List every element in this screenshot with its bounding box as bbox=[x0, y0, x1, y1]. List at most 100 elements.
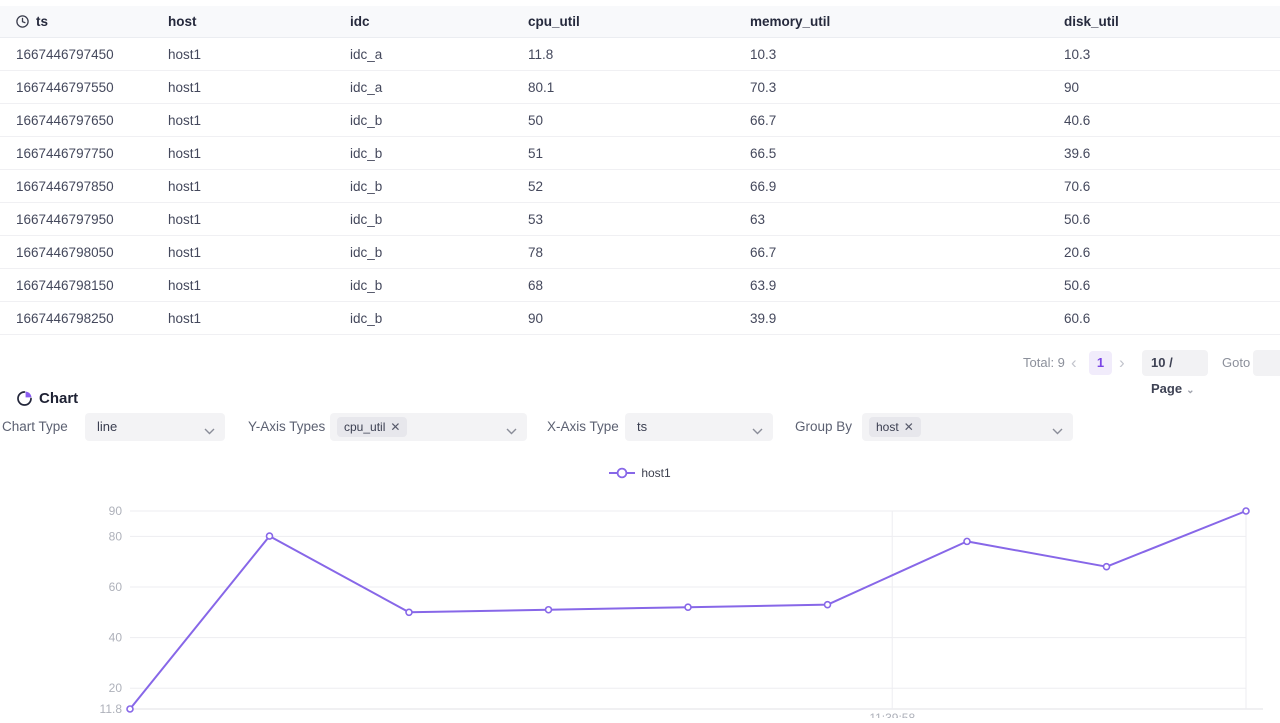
chart-section-title: Chart bbox=[17, 390, 78, 407]
y-axis-tag-cpu-util: cpu_util✕ bbox=[337, 417, 407, 437]
clock-icon bbox=[16, 15, 29, 28]
page-size-select[interactable]: 10 / Page⌄ bbox=[1142, 350, 1208, 376]
cell-host: host1 bbox=[168, 311, 350, 326]
cell-ts: 1667446798150 bbox=[16, 278, 168, 293]
cell-memory_util: 10.3 bbox=[750, 47, 1064, 62]
cell-ts: 1667446798050 bbox=[16, 245, 168, 260]
table-header-row: tshostidccpu_utilmemory_utildisk_util bbox=[0, 6, 1280, 38]
cell-memory_util: 66.7 bbox=[750, 245, 1064, 260]
goto-label: Goto bbox=[1222, 350, 1250, 376]
column-header-host: host bbox=[168, 14, 350, 29]
group-by-tag-host: host✕ bbox=[869, 417, 921, 437]
data-point bbox=[406, 609, 412, 615]
cell-idc: idc_b bbox=[350, 179, 528, 194]
table-row: 1667446797650host1idc_b5066.740.6 bbox=[0, 104, 1280, 137]
x-axis-type-select[interactable]: ts bbox=[625, 413, 773, 441]
cell-idc: idc_a bbox=[350, 47, 528, 62]
cell-ts: 1667446797850 bbox=[16, 179, 168, 194]
cell-ts: 1667446797450 bbox=[16, 47, 168, 62]
pagination-current-page[interactable]: 1 bbox=[1089, 351, 1112, 375]
cell-ts: 1667446798250 bbox=[16, 311, 168, 326]
table-row: 1667446798050host1idc_b7866.720.6 bbox=[0, 236, 1280, 269]
cell-disk_util: 70.6 bbox=[1064, 179, 1280, 194]
y-axis-tick-label: 60 bbox=[109, 580, 123, 594]
remove-tag-icon[interactable]: ✕ bbox=[904, 420, 914, 434]
table-row: 1667446798150host1idc_b6863.950.6 bbox=[0, 269, 1280, 302]
cell-disk_util: 40.6 bbox=[1064, 113, 1280, 128]
data-point bbox=[127, 706, 133, 712]
cell-cpu_util: 51 bbox=[528, 146, 750, 161]
column-header-memory_util: memory_util bbox=[750, 14, 1064, 29]
y-axis-types-select[interactable]: cpu_util✕ bbox=[330, 413, 527, 441]
remove-tag-icon[interactable]: ✕ bbox=[390, 420, 400, 434]
cell-ts: 1667446797650 bbox=[16, 113, 168, 128]
cell-memory_util: 70.3 bbox=[750, 80, 1064, 95]
table-row: 1667446797850host1idc_b5266.970.6 bbox=[0, 170, 1280, 203]
table-row: 1667446797950host1idc_b536350.6 bbox=[0, 203, 1280, 236]
cell-cpu_util: 78 bbox=[528, 245, 750, 260]
chart-canvas[interactable]: 11.8 20 40 60 80 90 11:39:58 bbox=[0, 496, 1280, 718]
y-axis-tick-label: 11.8 bbox=[100, 702, 123, 716]
cell-idc: idc_b bbox=[350, 113, 528, 128]
table-row: 1667446797550host1idc_a80.170.390 bbox=[0, 71, 1280, 104]
cell-memory_util: 63.9 bbox=[750, 278, 1064, 293]
column-header-disk_util: disk_util bbox=[1064, 14, 1280, 29]
legend-marker-icon bbox=[609, 467, 635, 479]
y-axis-types-label: Y-Axis Types bbox=[248, 413, 325, 441]
cell-memory_util: 39.9 bbox=[750, 311, 1064, 326]
cell-disk_util: 60.6 bbox=[1064, 311, 1280, 326]
y-axis-tick-label: 80 bbox=[109, 529, 123, 543]
chevron-right-icon[interactable]: › bbox=[1119, 350, 1125, 376]
legend-item-host1[interactable]: host1 bbox=[0, 464, 1280, 482]
data-point bbox=[546, 607, 552, 613]
data-point bbox=[1243, 508, 1249, 514]
cell-ts: 1667446797550 bbox=[16, 80, 168, 95]
pagination-bar: Total: 9 ‹ 1 › 10 / Page⌄ Goto bbox=[0, 350, 1280, 376]
chevron-down-icon bbox=[1052, 422, 1063, 440]
cell-cpu_util: 50 bbox=[528, 113, 750, 128]
cell-disk_util: 50.6 bbox=[1064, 212, 1280, 227]
cell-disk_util: 90 bbox=[1064, 80, 1280, 95]
cell-idc: idc_b bbox=[350, 245, 528, 260]
cell-memory_util: 66.7 bbox=[750, 113, 1064, 128]
cell-cpu_util: 11.8 bbox=[528, 47, 750, 62]
chevron-left-icon[interactable]: ‹ bbox=[1071, 350, 1077, 376]
cell-ts: 1667446797750 bbox=[16, 146, 168, 161]
chevron-down-icon: ⌄ bbox=[1186, 385, 1194, 396]
pagination-total: Total: 9 bbox=[1023, 350, 1065, 376]
cell-cpu_util: 80.1 bbox=[528, 80, 750, 95]
cell-host: host1 bbox=[168, 113, 350, 128]
y-axis-tick-label: 20 bbox=[109, 681, 123, 695]
cell-disk_util: 10.3 bbox=[1064, 47, 1280, 62]
column-header-ts: ts bbox=[16, 14, 168, 29]
data-point bbox=[825, 602, 831, 608]
y-axis-tick-label: 40 bbox=[109, 631, 123, 645]
cell-host: host1 bbox=[168, 47, 350, 62]
cell-ts: 1667446797950 bbox=[16, 212, 168, 227]
chart-type-select[interactable]: line bbox=[85, 413, 225, 441]
table-body: 1667446797450host1idc_a11.810.310.316674… bbox=[0, 38, 1280, 335]
table-row: 1667446797750host1idc_b5166.539.6 bbox=[0, 137, 1280, 170]
cell-memory_util: 66.5 bbox=[750, 146, 1064, 161]
x-axis-tick-label: 11:39:58 bbox=[869, 711, 915, 718]
data-point bbox=[267, 533, 273, 539]
group-by-select[interactable]: host✕ bbox=[862, 413, 1073, 441]
cell-host: host1 bbox=[168, 245, 350, 260]
y-axis-tick-label: 90 bbox=[109, 504, 123, 518]
line-chart[interactable]: 11.8 20 40 60 80 90 11:39:58 bbox=[0, 496, 1280, 718]
cell-disk_util: 50.6 bbox=[1064, 278, 1280, 293]
chevron-down-icon bbox=[506, 422, 517, 440]
x-axis-type-value: ts bbox=[637, 413, 647, 441]
chart-type-value: line bbox=[97, 413, 117, 441]
cell-host: host1 bbox=[168, 146, 350, 161]
x-axis-type-label: X-Axis Type bbox=[547, 413, 619, 441]
cell-cpu_util: 52 bbox=[528, 179, 750, 194]
goto-page-input[interactable] bbox=[1253, 350, 1280, 376]
cell-host: host1 bbox=[168, 212, 350, 227]
column-header-idc: idc bbox=[350, 14, 528, 29]
cell-host: host1 bbox=[168, 278, 350, 293]
cell-disk_util: 39.6 bbox=[1064, 146, 1280, 161]
chart-type-label: Chart Type bbox=[2, 413, 68, 441]
cell-disk_util: 20.6 bbox=[1064, 245, 1280, 260]
chevron-down-icon bbox=[752, 422, 763, 440]
